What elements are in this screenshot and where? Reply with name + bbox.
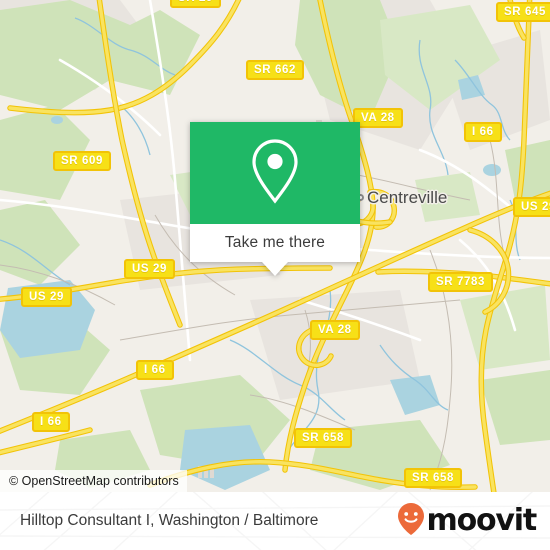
road-shield: I 66	[464, 122, 502, 142]
road-shield: SR 7783	[428, 272, 493, 292]
callout-pin-area	[190, 122, 360, 224]
road-shield: SR 658	[294, 428, 352, 448]
take-me-there-button[interactable]: Take me there	[190, 224, 360, 262]
destination-callout-card[interactable]: Take me there	[190, 122, 360, 276]
moovit-logo[interactable]: moovit	[397, 502, 538, 541]
map-pin-icon	[247, 137, 303, 210]
take-me-there-label: Take me there	[224, 234, 326, 251]
place-label: Centreville	[367, 188, 448, 207]
moovit-pin-smile-icon	[397, 502, 425, 541]
map-canvas[interactable]: .park { fill:#cfe3b9; } .park2 { fill:#d…	[0, 0, 550, 492]
road-shield: SR 29	[170, 0, 221, 8]
road-shield: US 29	[124, 259, 175, 279]
road-shield: VA 28	[353, 108, 403, 128]
road-shield: VA 28	[310, 320, 360, 340]
moovit-map-screenshot: .park { fill:#cfe3b9; } .park2 { fill:#d…	[0, 0, 550, 550]
footer-bar: Hilltop Consultant I, Washington / Balti…	[0, 492, 550, 550]
road-shield: SR 609	[53, 151, 111, 171]
location-title: Hilltop Consultant I, Washington / Balti…	[20, 512, 319, 529]
road-shield: I 66	[32, 412, 70, 432]
road-shield: SR 662	[246, 60, 304, 80]
road-shield: SR 645	[496, 2, 550, 22]
road-shield: SR 658	[404, 468, 462, 488]
osm-attribution[interactable]: © OpenStreetMap contributors	[0, 470, 187, 492]
road-shield: I 66	[136, 360, 174, 380]
callout-tail-pointer	[262, 262, 288, 276]
footer-content: Hilltop Consultant I, Washington / Balti…	[0, 492, 550, 550]
moovit-wordmark: moovit	[426, 503, 538, 538]
road-shield: US 29	[513, 197, 550, 217]
road-shield: US 29	[21, 287, 72, 307]
